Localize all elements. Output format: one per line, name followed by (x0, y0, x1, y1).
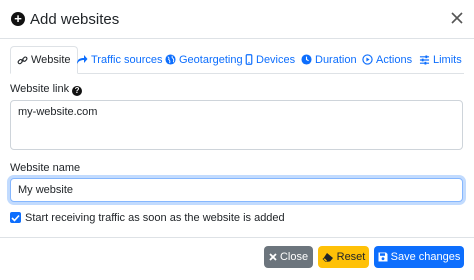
checkmark-icon (11, 214, 20, 222)
eraser-icon (322, 252, 334, 262)
modal-title: + Add websites (11, 10, 119, 28)
modal-header: + Add websites (0, 0, 474, 39)
close-button[interactable]: Close (264, 246, 313, 268)
tab-website[interactable]: Website (10, 46, 78, 74)
tab-traffic-sources[interactable]: Traffic sources (76, 46, 163, 73)
link-icon (17, 55, 28, 66)
mobile-icon (245, 54, 253, 65)
modal-title-text: Add websites (30, 10, 120, 28)
times-icon (269, 253, 277, 261)
share-arrow-icon (76, 54, 88, 65)
reset-button-label: Reset (336, 251, 366, 263)
reset-button[interactable]: Reset (318, 246, 369, 268)
tab-website-label: Website (31, 54, 71, 66)
start-traffic-checkbox[interactable] (10, 212, 21, 223)
save-changes-button-label: Save changes (390, 251, 461, 263)
tab-actions-label: Actions (376, 53, 413, 66)
tab-devices[interactable]: Devices (245, 46, 295, 73)
start-traffic-label: Start receiving traffic as soon as the w… (25, 212, 285, 224)
tab-devices-label: Devices (256, 53, 296, 66)
globe-icon (165, 54, 176, 65)
close-button-label: Close (279, 251, 309, 263)
tab-geotargeting-label: Geotargeting (179, 53, 243, 66)
tab-actions[interactable]: Actions (362, 46, 412, 73)
tab-limits-label: Limits (433, 53, 462, 66)
plus-circle-icon: + (11, 12, 25, 26)
tab-limits[interactable]: Limits (419, 46, 462, 73)
website-name-label: Website name (10, 162, 81, 174)
website-link-label: Website link? (10, 83, 83, 96)
close-icon[interactable] (450, 11, 464, 25)
tab-geotargeting[interactable]: Geotargeting (165, 46, 243, 73)
add-websites-modal: + Add websites Website Traffic sources G… (0, 0, 474, 279)
website-link-textarea[interactable]: my-website.com (10, 100, 463, 150)
question-circle-icon[interactable]: ? (72, 85, 83, 96)
website-name-input[interactable] (10, 178, 463, 202)
clock-icon (301, 54, 312, 65)
tab-duration[interactable]: Duration (301, 46, 357, 73)
website-link-label-text: Website link (10, 83, 70, 95)
tab-traffic-sources-label: Traffic sources (91, 53, 163, 66)
save-floppy-icon (378, 252, 388, 262)
tab-duration-label: Duration (315, 53, 357, 66)
sliders-icon (419, 54, 430, 65)
tab-bar: Website Traffic sources Geotargeting Dev… (10, 46, 464, 74)
save-changes-button[interactable]: Save changes (374, 246, 464, 268)
play-circle-icon (362, 54, 373, 65)
